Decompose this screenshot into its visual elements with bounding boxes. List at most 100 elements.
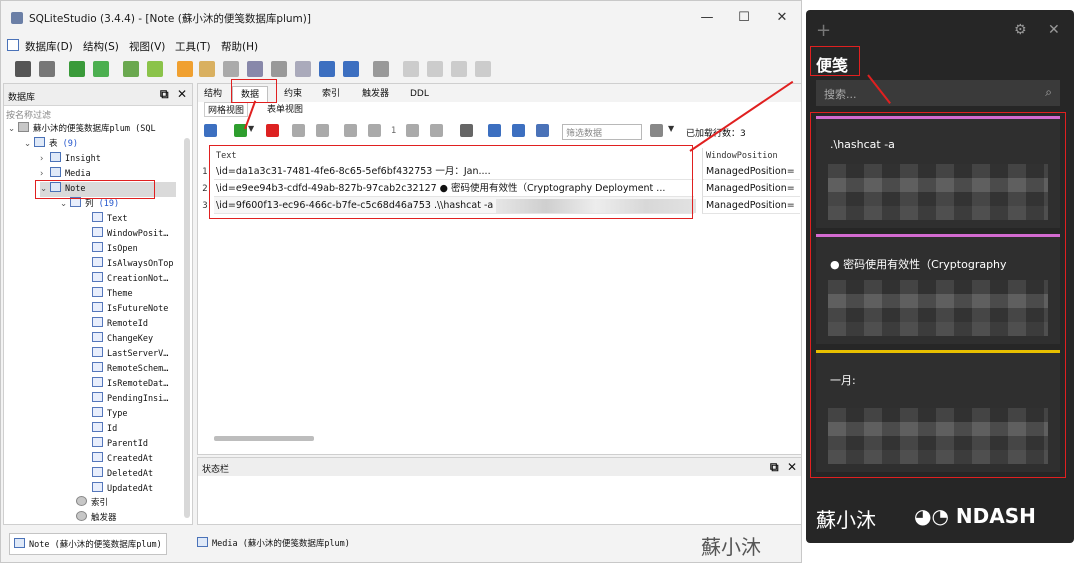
column-icon <box>92 227 103 237</box>
filter-data-input[interactable]: 筛选数据 <box>562 124 642 140</box>
config-icon[interactable] <box>295 61 311 77</box>
tree-table-insight[interactable]: › Insight <box>40 152 101 167</box>
filter-icon[interactable] <box>650 124 663 137</box>
tile-icon[interactable] <box>403 61 419 77</box>
create-table-icon[interactable] <box>123 61 139 77</box>
tree-database[interactable]: ⌄ 蘇小沐的便笺数据库plum (SQL <box>8 122 156 137</box>
tree-column[interactable]: CreationNot… <box>92 272 168 287</box>
tile-vertical-icon[interactable] <box>451 61 467 77</box>
image-icon[interactable] <box>536 124 549 137</box>
close-button[interactable]: ✕ <box>771 9 793 27</box>
highlight-note-list <box>810 112 1066 478</box>
tree-column[interactable]: Type <box>92 407 127 422</box>
tab-indexes[interactable]: 索引 <box>318 86 344 102</box>
menu-view[interactable]: 视图(V) <box>129 39 165 54</box>
edit-table-icon[interactable] <box>147 61 163 77</box>
commit-icon[interactable] <box>292 124 305 137</box>
menu-structure[interactable]: 结构(S) <box>83 39 119 54</box>
prev-page-icon[interactable] <box>368 124 381 137</box>
import-icon[interactable] <box>319 61 335 77</box>
tree-column[interactable]: PendingInsi… <box>92 392 168 407</box>
tree-column[interactable]: IsAlwaysOnTop <box>92 257 174 272</box>
subtab-form-view[interactable]: 表单视图 <box>264 102 306 115</box>
notes-search-input[interactable]: 搜索... ⌕ <box>816 80 1060 106</box>
fx-icon[interactable] <box>223 61 239 77</box>
cell-window-row1[interactable]: ManagedPosition= <box>702 163 800 180</box>
export-icon[interactable] <box>343 61 359 77</box>
close-icon[interactable]: ✕ <box>1048 22 1060 38</box>
menu-bar: 数据库(D) 结构(S) 视图(V) 工具(T) 帮助(H) <box>1 35 801 57</box>
cascade-icon[interactable] <box>475 61 491 77</box>
maximize-button[interactable]: ☐ <box>733 9 755 27</box>
tree-column[interactable]: CreatedAt <box>92 452 153 467</box>
column-icon <box>92 362 103 372</box>
collation-icon[interactable] <box>247 61 263 77</box>
function-editor-icon[interactable] <box>199 61 215 77</box>
cell-window-row2[interactable]: ManagedPosition= <box>702 180 800 197</box>
tree-column[interactable]: IsFutureNote <box>92 302 168 317</box>
tab-triggers[interactable]: 触发器 <box>358 86 393 102</box>
tree-column[interactable]: Theme <box>92 287 133 302</box>
extension-icon[interactable] <box>271 61 287 77</box>
export-data-icon[interactable] <box>512 124 525 137</box>
tree-column[interactable]: ParentId <box>92 437 148 452</box>
tree-triggers[interactable]: 触发器 <box>76 511 117 526</box>
table-icon <box>50 167 61 177</box>
new-note-button[interactable]: + <box>816 20 831 41</box>
database-filter-input[interactable]: 按名称过滤 <box>6 108 190 122</box>
tree-column[interactable]: RemoteSchem… <box>92 362 168 377</box>
tab-structure[interactable]: 结构 <box>200 86 226 102</box>
chevron-down-icon[interactable]: ▼ <box>248 124 256 137</box>
import-data-icon[interactable] <box>488 124 501 137</box>
float-status-icon[interactable]: ⧉ <box>770 460 779 475</box>
tree-column[interactable]: LastServerV… <box>92 347 168 362</box>
delete-row-icon[interactable] <box>266 124 279 137</box>
disconnect-icon[interactable] <box>39 61 55 77</box>
add-database-icon[interactable] <box>69 61 85 77</box>
rollback-icon[interactable] <box>316 124 329 137</box>
minimize-button[interactable]: — <box>696 9 718 27</box>
refresh-icon[interactable] <box>204 124 217 137</box>
subtab-grid-view[interactable]: 网格视图 <box>204 102 249 117</box>
close-panel-icon[interactable]: ✕ <box>177 87 187 101</box>
grid-horizontal-scrollbar[interactable] <box>214 436 314 441</box>
menu-help[interactable]: 帮助(H) <box>221 39 258 54</box>
connect-icon[interactable] <box>15 61 31 77</box>
last-page-icon[interactable] <box>430 124 443 137</box>
tree-tables[interactable]: ⌄ 表 (9) <box>24 137 78 152</box>
tree-column[interactable]: RemoteId <box>92 317 148 332</box>
column-name: UpdatedAt <box>107 484 154 494</box>
tile-horizontal-icon[interactable] <box>427 61 443 77</box>
tree-column[interactable]: Text <box>92 212 127 227</box>
tree-columns[interactable]: ⌄ 列 (19) <box>60 197 119 212</box>
tree-column[interactable]: ChangeKey <box>92 332 153 347</box>
tree-indexes[interactable]: 索引 <box>76 496 108 511</box>
window-tab-media[interactable]: Media (蘇小沐的便笺数据库plum) <box>193 533 354 555</box>
print-icon[interactable] <box>460 124 473 137</box>
next-page-icon[interactable] <box>406 124 419 137</box>
gear-icon[interactable]: ⚙ <box>1014 22 1027 38</box>
float-panel-icon[interactable]: ⧉ <box>160 87 169 102</box>
tree-column[interactable]: IsOpen <box>92 242 138 257</box>
tree-column[interactable]: Id <box>92 422 117 437</box>
tree-column[interactable]: UpdatedAt <box>92 482 153 497</box>
window-tab-note[interactable]: Note (蘇小沐的便笺数据库plum) <box>9 533 167 555</box>
tree-column[interactable]: IsRemoteDat… <box>92 377 168 392</box>
tab-ddl[interactable]: DDL <box>406 86 433 102</box>
menu-database[interactable]: 数据库(D) <box>25 39 73 54</box>
tree-column[interactable]: DeletedAt <box>92 467 153 482</box>
menu-tools[interactable]: 工具(T) <box>175 39 211 54</box>
table-tabs: 结构 数据 约束 索引 触发器 DDL <box>198 84 801 102</box>
tree-column[interactable]: WindowPosit… <box>92 227 168 242</box>
wrench-icon[interactable] <box>373 61 389 77</box>
cell-window-row3[interactable]: ManagedPosition= <box>702 197 800 214</box>
tree-scrollbar[interactable] <box>184 138 190 518</box>
first-page-icon[interactable] <box>344 124 357 137</box>
column-icon <box>92 422 103 432</box>
close-status-icon[interactable]: ✕ <box>787 460 797 474</box>
edit-database-icon[interactable] <box>93 61 109 77</box>
tab-constraints[interactable]: 约束 <box>280 86 306 102</box>
chevron-down-icon[interactable]: ▼ <box>668 124 676 137</box>
highlight-text-column <box>209 145 693 219</box>
sql-editor-icon[interactable] <box>177 61 193 77</box>
